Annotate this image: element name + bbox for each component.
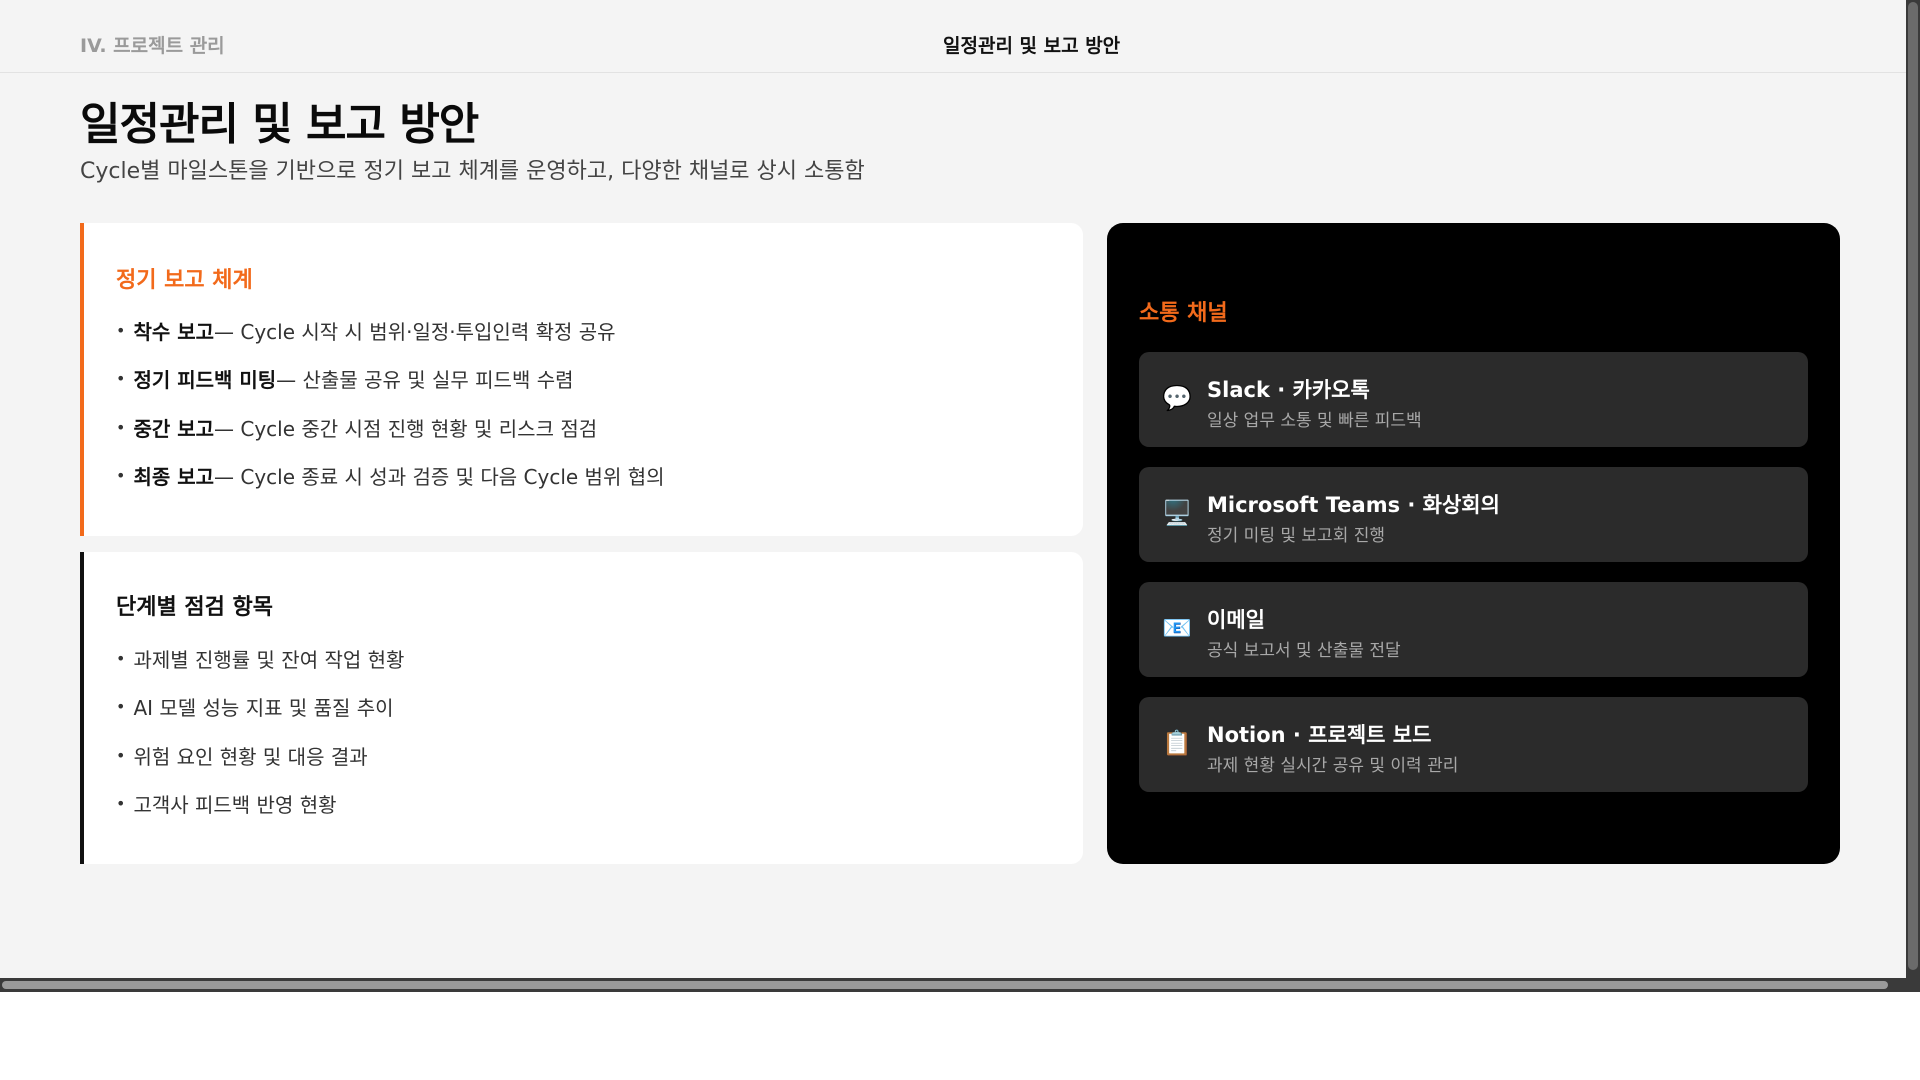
vertical-scrollbar[interactable] xyxy=(1906,0,1920,992)
list-item: • 최종 보고 — Cycle 종료 시 성과 검증 및 다음 Cycle 범위 … xyxy=(116,465,665,490)
email-icon: 📧 xyxy=(1162,614,1192,642)
top-header-bar: IV. 프로젝트 관리 일정관리 및 보고 방안 xyxy=(0,0,1906,73)
desktop-computer-icon: 🖥️ xyxy=(1162,499,1192,527)
channel-name: Slack · 카카오톡 xyxy=(1207,378,1370,402)
horizontal-scrollbar[interactable] xyxy=(0,978,1920,992)
bullet-icon: • xyxy=(116,320,126,340)
regular-report-list: • 착수 보고 — Cycle 시작 시 범위·일정·투입인력 확정 공유 • 정기… xyxy=(116,306,665,500)
channel-item-slack: 💬 Slack · 카카오톡 일상 업무 소통 및 빠른 피드백 xyxy=(1139,352,1808,447)
channel-name: 이메일 xyxy=(1207,608,1265,632)
channel-heading: 소통 채널 xyxy=(1139,301,1228,326)
bullet-icon: • xyxy=(116,369,126,389)
horizontal-scrollbar-thumb[interactable] xyxy=(2,981,1888,989)
bullet-icon: • xyxy=(116,794,126,814)
communication-channel-panel: 소통 채널 💬 Slack · 카카오톡 일상 업무 소통 및 빠른 피드백 🖥… xyxy=(1107,223,1840,864)
channel-desc: 과제 현황 실시간 공유 및 이력 관리 xyxy=(1207,756,1459,776)
clipboard-icon: 📋 xyxy=(1162,729,1192,757)
slide-viewport: IV. 프로젝트 관리 일정관리 및 보고 방안 일정관리 및 보고 방안 Cy… xyxy=(0,0,1906,978)
channel-desc: 정기 미팅 및 보고회 진행 xyxy=(1207,526,1386,546)
list-item: • 위험 요인 현황 및 대응 결과 xyxy=(116,744,368,769)
list-item: • 정기 피드백 미팅 — 산출물 공유 및 실무 피드백 수렴 xyxy=(116,368,574,393)
list-item: • 중간 보고 — Cycle 중간 시점 진행 현황 및 리스크 점검 xyxy=(116,416,598,441)
channel-name: Microsoft Teams · 화상회의 xyxy=(1207,493,1500,517)
bullet-icon: • xyxy=(116,745,126,765)
speech-bubble-icon: 💬 xyxy=(1162,384,1192,412)
bullet-icon: • xyxy=(116,417,126,437)
bullet-icon: • xyxy=(116,648,126,668)
stage-check-heading: 단계별 점검 항목 xyxy=(116,595,273,620)
list-item: • 고객사 피드백 반영 현황 xyxy=(116,793,337,818)
vertical-scrollbar-thumb[interactable] xyxy=(1908,2,1918,970)
bullet-icon: • xyxy=(116,697,126,717)
page-subtitle: Cycle별 마일스톤을 기반으로 정기 보고 체계를 운영하고, 다양한 채널… xyxy=(80,159,865,184)
list-item: • 과제별 진행률 및 잔여 작업 현황 xyxy=(116,647,405,672)
regular-report-heading: 정기 보고 체계 xyxy=(116,268,253,293)
channel-desc: 일상 업무 소통 및 빠른 피드백 xyxy=(1207,411,1422,431)
stage-check-list: • 과제별 진행률 및 잔여 작업 현황 • AI 모델 성능 지표 및 품질 추이… xyxy=(116,634,404,828)
list-item: • 착수 보고 — Cycle 시작 시 범위·일정·투입인력 확정 공유 xyxy=(116,319,616,344)
header-title: 일정관리 및 보고 방안 xyxy=(943,35,1121,57)
channel-desc: 공식 보고서 및 산출물 전달 xyxy=(1207,641,1401,661)
channel-name: Notion · 프로젝트 보드 xyxy=(1207,723,1432,747)
channel-item-teams: 🖥️ Microsoft Teams · 화상회의 정기 미팅 및 보고회 진행 xyxy=(1139,467,1808,562)
list-item: • AI 모델 성능 지표 및 품질 추이 xyxy=(116,696,394,721)
channel-item-notion: 📋 Notion · 프로젝트 보드 과제 현황 실시간 공유 및 이력 관리 xyxy=(1139,697,1808,792)
channel-item-email: 📧 이메일 공식 보고서 및 산출물 전달 xyxy=(1139,582,1808,677)
bullet-icon: • xyxy=(116,466,126,486)
section-label: IV. 프로젝트 관리 xyxy=(80,35,225,57)
page-title: 일정관리 및 보고 방안 xyxy=(80,99,479,150)
